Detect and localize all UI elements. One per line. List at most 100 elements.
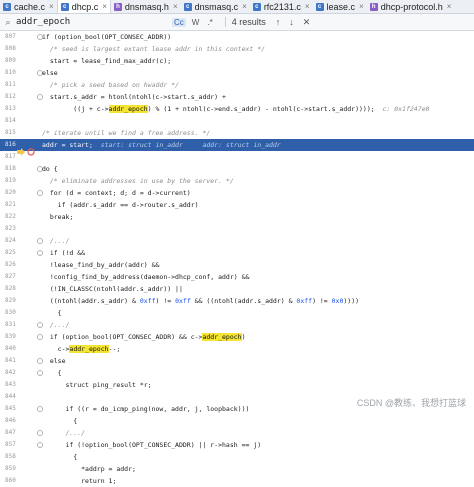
- code-line[interactable]: 860 return 1;: [0, 475, 474, 487]
- line-number: 825: [5, 249, 16, 256]
- close-tab-icon[interactable]: ×: [359, 2, 364, 11]
- code-line[interactable]: 828 (!IN_CLASSC(ntohl(addr.s_addr)) ||: [0, 283, 474, 295]
- code-text: /.../: [49, 321, 70, 329]
- code-line[interactable]: 839 if (option_bool(OPT_CONSEC_ADDR) && …: [0, 331, 474, 343]
- code-line[interactable]: 814: [0, 115, 474, 127]
- code-line[interactable]: 818 do {: [0, 163, 474, 175]
- code-line[interactable]: 847 /.../: [0, 427, 474, 439]
- code-line[interactable]: 858 {: [0, 451, 474, 463]
- code-line-current[interactable]: 816 addr = start; start: struct in_addr a…: [0, 139, 474, 156]
- code-line[interactable]: 826 !lease_find_by_addr(addr) &&: [0, 259, 474, 271]
- tab-label: dnsmasq.h: [124, 1, 169, 12]
- tab-dnsmasq-h[interactable]: h dnsmasq.h ×: [111, 0, 181, 13]
- tab-dnsmasq-c[interactable]: c dnsmasq.c ×: [181, 0, 250, 13]
- find-divider: [224, 17, 226, 27]
- tab-lease-c[interactable]: c lease.c ×: [313, 0, 367, 13]
- code-line[interactable]: 846 {: [0, 415, 474, 427]
- c-file-icon: c: [315, 2, 324, 11]
- code-line[interactable]: 807 if (option_bool(OPT_CONSEC_ADDR)): [0, 31, 474, 43]
- code-line[interactable]: 840 c->addr_epoch--;: [0, 343, 474, 355]
- code-line[interactable]: 841 else: [0, 355, 474, 367]
- tab-label: lease.c: [326, 1, 356, 12]
- tab-dhcp-protocol-h[interactable]: h dhcp-protocol.h ×: [367, 0, 455, 13]
- previous-match-button[interactable]: ↑: [276, 17, 281, 27]
- code-text: /.../: [49, 237, 70, 245]
- code-text: /* iterate until we find a free address.…: [42, 129, 211, 137]
- line-number: 809: [5, 57, 16, 64]
- code-line[interactable]: 811 /* pick a seed based on hwaddr */: [0, 79, 474, 91]
- line-number: 811: [5, 81, 16, 88]
- line-number: 818: [5, 165, 16, 172]
- code-text: c->addr_epoch--;: [42, 345, 121, 353]
- code-line[interactable]: 823: [0, 223, 474, 235]
- code-line[interactable]: 813 ((j + c->addr_epoch) % (1 + ntohl(c-…: [0, 103, 474, 115]
- c-file-icon: c: [183, 2, 192, 11]
- line-number: 860: [5, 477, 16, 484]
- watermark: CSDN @教练、我想打篮球: [356, 398, 466, 408]
- code-text: start.s_addr = htonl(ntohl(c->start.s_ad…: [42, 93, 226, 101]
- close-tab-icon[interactable]: ×: [102, 2, 107, 11]
- code-line[interactable]: 809 start = lease_find_max_addr(c);: [0, 55, 474, 67]
- code-text: start = lease_find_max_addr(c);: [42, 57, 172, 65]
- close-tab-icon[interactable]: ×: [242, 2, 247, 11]
- code-line[interactable]: 843 struct ping_result *r;: [0, 379, 474, 391]
- code-text: else: [42, 357, 66, 365]
- code-line[interactable]: 810 else: [0, 67, 474, 79]
- line-number: 823: [5, 225, 16, 232]
- code-line[interactable]: 808 /* seed is largest extant lease addr…: [0, 43, 474, 55]
- code-text: if (option_bool(OPT_CONSEC_ADDR) && c->a…: [42, 333, 246, 341]
- code-line[interactable]: 831 /.../: [0, 319, 474, 331]
- close-tab-icon[interactable]: ×: [173, 2, 178, 11]
- code-line[interactable]: 827 !config_find_by_address(daemon->dhcp…: [0, 271, 474, 283]
- line-number: 839: [5, 333, 16, 340]
- match-case-toggle[interactable]: Cc: [172, 17, 186, 27]
- code-line[interactable]: 830 {: [0, 307, 474, 319]
- code-text: if (addr.s_addr == d->router.s_addr): [42, 201, 199, 209]
- code-line[interactable]: 822 break;: [0, 211, 474, 223]
- tab-rfc2131-c[interactable]: c rfc2131.c ×: [250, 0, 313, 13]
- code-line[interactable]: 812 start.s_addr = htonl(ntohl(c->start.…: [0, 91, 474, 103]
- code-line[interactable]: 842 {: [0, 367, 474, 379]
- tab-label: rfc2131.c: [263, 1, 301, 12]
- code-line[interactable]: 817: [0, 151, 474, 163]
- close-find-button[interactable]: ✕: [303, 17, 311, 28]
- line-number: 843: [5, 381, 16, 388]
- editor-tab-bar: c cache.c × c dhcp.c × h dnsmasq.h × c dnsmasq.c × c…: [0, 0, 474, 14]
- code-text: break;: [42, 213, 74, 221]
- close-tab-icon[interactable]: ×: [49, 2, 54, 11]
- breakpoint-icon[interactable]: [27, 141, 35, 156]
- code-text: ((j + c->addr_epoch) % (1 + ntohl(c->end…: [42, 105, 430, 113]
- code-text: {: [42, 453, 78, 461]
- next-match-button[interactable]: ↓: [289, 17, 294, 27]
- close-tab-icon[interactable]: ×: [305, 2, 310, 11]
- tab-cache-c[interactable]: c cache.c ×: [0, 0, 57, 13]
- code-text: struct ping_result *r;: [42, 381, 152, 389]
- code-text: /* eliminate addresses in use by the ser…: [49, 177, 234, 185]
- code-line[interactable]: 815 /* iterate until we find a free addre…: [0, 127, 474, 139]
- search-input[interactable]: addr_epoch: [16, 17, 172, 27]
- code-text: (!IN_CLASSC(ntohl(addr.s_addr)) ||: [42, 285, 183, 293]
- code-text: if (option_bool(OPT_CONSEC_ADDR)): [42, 33, 172, 41]
- line-number: 815: [5, 129, 16, 136]
- whole-word-toggle[interactable]: W: [190, 18, 202, 27]
- code-line[interactable]: 819 /* eliminate addresses in use by the…: [0, 175, 474, 187]
- line-number: 812: [5, 93, 16, 100]
- code-text: /.../: [65, 429, 86, 437]
- code-line[interactable]: 821 if (addr.s_addr == d->router.s_addr): [0, 199, 474, 211]
- code-text: !config_find_by_address(daemon->dhcp_con…: [42, 273, 250, 281]
- line-number: 822: [5, 213, 16, 220]
- tab-dhcp-c[interactable]: c dhcp.c ×: [56, 0, 111, 13]
- code-line[interactable]: 825 if (!d &&: [0, 247, 474, 259]
- code-line[interactable]: 820 for (d = context; d; d = d->current): [0, 187, 474, 199]
- line-number: 846: [5, 417, 16, 424]
- code-line[interactable]: 829 ((ntohl(addr.s_addr) & 0xff) != 0xff…: [0, 295, 474, 307]
- execution-arrow-icon[interactable]: [17, 141, 25, 156]
- code-editor[interactable]: 807 if (option_bool(OPT_CONSEC_ADDR)) 808 …: [0, 31, 474, 485]
- code-line[interactable]: 859 *addrp = addr;: [0, 463, 474, 475]
- code-line[interactable]: 824 /.../: [0, 235, 474, 247]
- regex-toggle[interactable]: .*: [205, 18, 214, 27]
- code-line[interactable]: 857 if (!option_bool(OPT_CONSEC_ADDR) ||…: [0, 439, 474, 451]
- c-file-icon: c: [3, 2, 11, 11]
- search-icon: ⌕: [5, 16, 11, 27]
- close-tab-icon[interactable]: ×: [447, 2, 452, 11]
